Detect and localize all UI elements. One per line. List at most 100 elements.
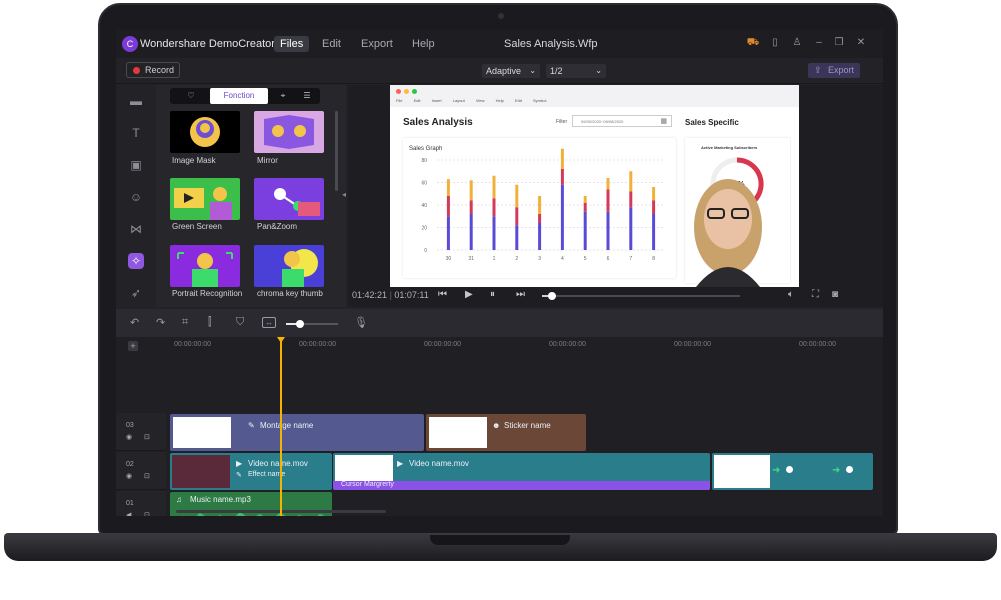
preview-menu: File Edit Insert Layout View Help Edit S…: [396, 98, 546, 103]
bar-segment: [560, 148, 564, 169]
zoom-slider[interactable]: [286, 320, 338, 328]
lock-icon[interactable]: ⊡: [144, 433, 150, 441]
track-01-header: 01 ◀︎ ⊡: [116, 491, 166, 516]
lock-icon[interactable]: ⊡: [144, 511, 150, 516]
ruler-label: 00:00:00:00: [674, 341, 711, 348]
zoom-mode-select[interactable]: Adaptive ⌄: [482, 64, 540, 78]
shield-icon[interactable]: ⛉: [236, 316, 244, 329]
folder-icon[interactable]: ▬: [128, 93, 144, 109]
document-icon[interactable]: ▯: [768, 36, 782, 50]
menu-edit[interactable]: Edit: [316, 36, 347, 52]
menu-files[interactable]: Files: [274, 36, 310, 52]
chevron-down-icon: ⌄: [595, 66, 602, 75]
volume-icon[interactable]: ◀︎: [126, 511, 131, 516]
green-screen-thumbnail[interactable]: [170, 178, 240, 220]
sticker-clip[interactable]: ☻ Sticker name: [426, 414, 586, 451]
effects-icon[interactable]: ✧: [128, 253, 144, 269]
record-button[interactable]: Record: [126, 62, 180, 78]
montage-clip[interactable]: ✎ Montage name: [170, 414, 424, 451]
text-icon[interactable]: T: [128, 125, 144, 141]
skip-back-icon[interactable]: ⏮: [438, 289, 447, 300]
redo-icon[interactable]: ↷: [156, 316, 165, 329]
bar-segment: [583, 202, 587, 212]
volume-icon[interactable]: 🔈︎: [788, 289, 794, 300]
playhead-marker-icon[interactable]: [277, 337, 285, 343]
preview-title: Sales Analysis: [403, 117, 473, 128]
portrait-recognition-thumbnail[interactable]: [170, 245, 240, 287]
bar-segment: [492, 175, 496, 199]
app-window: C Wondershare DemoCreator Files Edit Exp…: [116, 30, 883, 516]
effect-icon: ✎: [236, 472, 242, 479]
y-tick-label: 80: [421, 158, 427, 164]
cart-icon[interactable]: ⛟: [746, 36, 760, 50]
image-mask-thumbnail[interactable]: [170, 111, 240, 153]
export-label: Export: [828, 65, 855, 75]
bar-segment: [469, 214, 473, 250]
add-track-icon[interactable]: +: [128, 341, 138, 351]
eye-icon[interactable]: ◉: [126, 433, 132, 441]
panel-scrollbar[interactable]: [335, 111, 338, 191]
effects-panel: ♡ Fonction ⌖ ☰ Image Mask Mirror Green S…: [156, 85, 346, 307]
bar-segment: [446, 216, 450, 250]
play-icon[interactable]: ▶: [465, 289, 473, 300]
bar-segment: [469, 200, 473, 214]
snapshot-camera-icon[interactable]: ◙: [832, 289, 838, 300]
keyframe-icon[interactable]: [846, 466, 853, 473]
sticker-icon[interactable]: ☺: [128, 189, 144, 205]
x-tick-label: 2: [515, 256, 518, 262]
cursor-effect-bar[interactable]: Cursor Margrerty: [333, 481, 710, 490]
bar-segment: [492, 198, 496, 217]
transition-icon[interactable]: ⋈: [128, 221, 144, 237]
bar-segment: [652, 214, 656, 250]
seek-bar[interactable]: [542, 292, 740, 300]
cursor-icon[interactable]: ➶: [128, 285, 144, 301]
chroma-key-thumbnail[interactable]: [254, 245, 324, 287]
pan-zoom-thumbnail[interactable]: [254, 178, 324, 220]
video-clip-3[interactable]: ➜ ➜: [712, 453, 873, 490]
bar-segment: [515, 184, 519, 208]
menu-export[interactable]: Export: [355, 36, 399, 52]
video-icon: ▶: [236, 459, 243, 468]
x-tick-label: 8: [652, 256, 655, 262]
sticker-icon: ☻: [492, 421, 501, 430]
close-icon[interactable]: ✕: [854, 36, 868, 50]
filter-date-range[interactable]: 09/30/2020~09/08/2020 ▦: [572, 115, 672, 127]
split-icon[interactable]: ⫿: [208, 316, 212, 329]
page-select[interactable]: 1/2 ⌄: [546, 64, 606, 78]
annotation-icon[interactable]: ▣: [128, 157, 144, 173]
tab-fonction[interactable]: Fonction: [210, 88, 268, 104]
mirror-thumbnail[interactable]: [254, 111, 324, 153]
skip-forward-icon[interactable]: ⏭: [516, 289, 525, 300]
zoom-slider-knob[interactable]: [296, 320, 304, 328]
fit-icon[interactable]: ↔: [262, 317, 276, 328]
seek-knob[interactable]: [547, 292, 556, 300]
zoom-mode-value: Adaptive: [486, 66, 522, 76]
export-button[interactable]: ⇪ Export: [808, 63, 860, 78]
crop-icon[interactable]: ⌗: [182, 316, 188, 329]
playhead[interactable]: [277, 337, 285, 516]
favorites-heart-icon[interactable]: ♡: [174, 88, 208, 104]
top-toolbar: Record Adaptive ⌄ 1/2 ⌄ ⇪ Export: [116, 58, 883, 84]
keyframe-icon[interactable]: [786, 466, 793, 473]
microphone-icon[interactable]: 🎙︎: [354, 316, 368, 329]
fullscreen-icon[interactable]: ⛶: [812, 289, 819, 300]
calendar-icon: ▦: [660, 118, 667, 125]
record-dot-icon: [133, 67, 140, 74]
lock-icon[interactable]: ⊡: [144, 472, 150, 480]
binoculars-icon[interactable]: ⌖: [272, 88, 294, 104]
bar-segment: [629, 171, 633, 192]
minimize-icon[interactable]: –: [812, 36, 826, 50]
total-time: 01:07:11: [394, 290, 429, 300]
list-icon[interactable]: ☰: [296, 88, 318, 104]
video-clip-2[interactable]: ▶ Video name.mov Cursor Margrerty: [333, 453, 710, 490]
video-clip-1[interactable]: ▶ Video name.mov ✎ Effect name: [170, 453, 332, 490]
bar-segment: [583, 211, 587, 250]
undo-icon[interactable]: ↶: [130, 316, 139, 329]
menu-help[interactable]: Help: [406, 36, 441, 52]
restore-icon[interactable]: ❐: [832, 36, 846, 50]
webcam-overlay-image: [694, 179, 762, 287]
eye-icon[interactable]: ◉: [126, 472, 132, 480]
user-icon[interactable]: ♙: [790, 36, 804, 50]
sales-specific-title: Sales Specific: [685, 118, 739, 127]
pause-icon[interactable]: ⏸: [490, 289, 495, 300]
